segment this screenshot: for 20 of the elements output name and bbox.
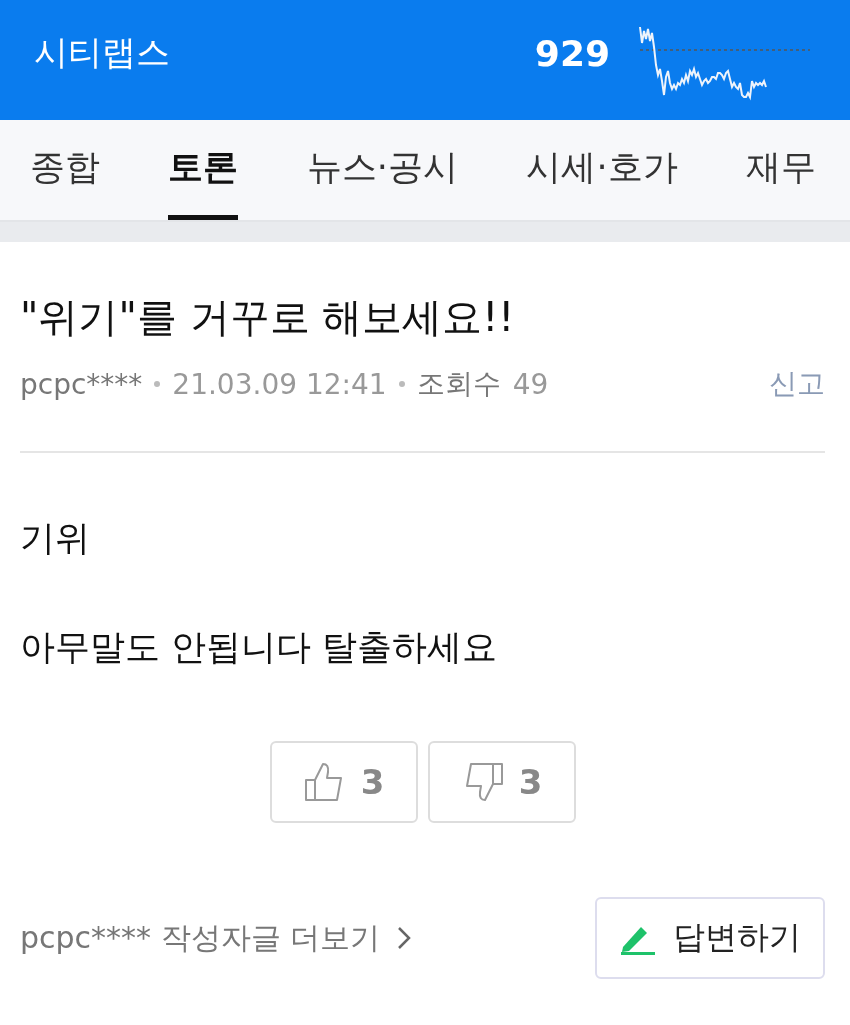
dislike-button[interactable]: 3 (427, 741, 576, 823)
chevron-right-icon[interactable] (396, 925, 413, 951)
separator-dot-icon (154, 381, 161, 387)
view-count-label: 조회수 (416, 366, 501, 402)
tab[interactable]: 종합 (30, 120, 100, 220)
post-text: 기위 (20, 517, 91, 560)
view-count: 49 (512, 367, 549, 401)
tab[interactable]: 시세·호가 (526, 120, 678, 220)
more-posts-link[interactable]: pcpc**** 작성자글 더보기 (20, 917, 381, 959)
stock-name: 시티랩스 (34, 31, 171, 74)
post-date: 21.03.09 12:41 (172, 367, 387, 401)
stock-price: 929 (534, 32, 610, 74)
reply-button[interactable]: 답변하기 (595, 897, 825, 979)
post-text: 아무말도 안됩니다 탈출하세요 (20, 626, 499, 669)
like-button[interactable]: 3 (269, 741, 418, 823)
author-name: pcpc**** (20, 367, 143, 401)
tab[interactable]: 재무 (745, 120, 816, 220)
post-title: "위기"를 거꾸로 해보세요!! (20, 293, 516, 342)
tab[interactable]: 뉴스·공시 (306, 120, 458, 220)
separator-dot-icon (398, 381, 405, 387)
